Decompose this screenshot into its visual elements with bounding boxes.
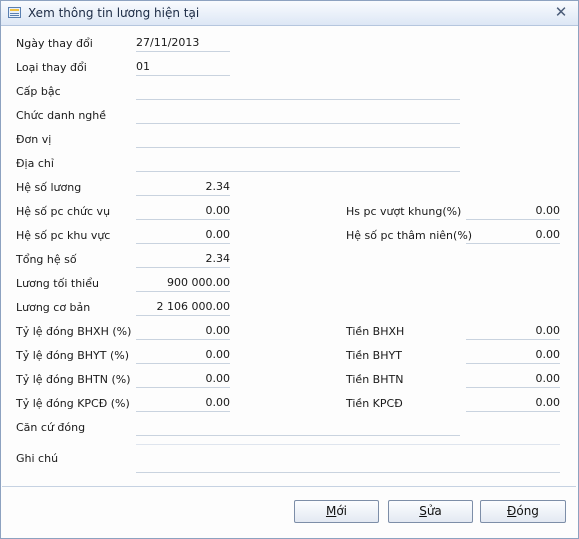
dong-mnemonic: Đ — [507, 504, 517, 518]
field-loai-thay-doi[interactable]: 01 — [136, 60, 230, 76]
label-he-so-pc-khu-vuc: Hệ số pc khu vực — [16, 229, 111, 242]
field-ngay-thay-doi[interactable]: 27/11/2013 — [136, 36, 230, 52]
field-luong-toi-thieu[interactable]: 900 000.00 — [136, 276, 230, 292]
label-he-so-luong: Hệ số lương — [16, 181, 82, 194]
field-tien-bhtn[interactable]: 0.00 — [466, 372, 560, 388]
label-ngay-thay-doi: Ngày thay đổi — [16, 37, 93, 50]
sua-label: ửa — [426, 504, 442, 518]
field-don-vi[interactable] — [136, 132, 460, 148]
window-title: Xem thông tin lương hiện tại — [28, 6, 200, 20]
label-tien-bhyt: Tiền BHYT — [346, 349, 402, 362]
field-dia-chi[interactable] — [136, 156, 460, 172]
label-he-so-pc-tham-nien: Hệ số pc thâm niên(%) — [346, 229, 473, 242]
label-luong-co-ban: Lương cơ bản — [16, 301, 91, 314]
form-window-icon — [8, 7, 21, 18]
field-tong-he-so[interactable]: 2.34 — [136, 252, 230, 268]
label-tien-bhxh: Tiền BHXH — [346, 325, 405, 338]
field-hs-pc-vuot-khung[interactable]: 0.00 — [466, 204, 560, 220]
label-don-vi: Đơn vị — [16, 133, 52, 146]
field-cap-bac[interactable] — [136, 84, 460, 100]
button-bar-divider — [2, 486, 576, 487]
moi-button[interactable]: Mới — [294, 500, 379, 523]
label-cap-bac: Cấp bậc — [16, 85, 61, 98]
sua-button[interactable]: Sửa — [388, 500, 473, 523]
label-dia-chi: Địa chỉ — [16, 157, 54, 170]
field-chuc-danh-nghe[interactable] — [136, 108, 460, 124]
field-ty-le-bhtn[interactable]: 0.00 — [136, 372, 230, 388]
label-ty-le-bhxh: Tỷ lệ đóng BHXH (%) — [16, 325, 132, 338]
label-tien-kpcd: Tiền KPCĐ — [346, 397, 403, 410]
moi-label: ới — [336, 504, 348, 518]
field-tien-bhxh[interactable]: 0.00 — [466, 324, 560, 340]
field-can-cu-dong[interactable] — [136, 420, 460, 436]
field-he-so-pc-khu-vuc[interactable]: 0.00 — [136, 228, 230, 244]
label-can-cu-dong: Căn cứ đóng — [16, 421, 86, 434]
field-luong-co-ban[interactable]: 2 106 000.00 — [136, 300, 230, 316]
label-hs-pc-vuot-khung: Hs pc vượt khung(%) — [346, 205, 462, 218]
dong-label: óng — [516, 504, 539, 518]
field-ty-le-bhxh[interactable]: 0.00 — [136, 324, 230, 340]
field-ty-le-bhyt[interactable]: 0.00 — [136, 348, 230, 364]
label-luong-toi-thieu: Lương tối thiểu — [16, 277, 99, 290]
field-ghi-chu[interactable] — [136, 444, 560, 473]
dong-button[interactable]: Đóng — [480, 500, 566, 523]
sua-mnemonic: S — [419, 504, 427, 518]
label-tong-he-so: Tổng hệ số — [16, 253, 77, 266]
field-tien-kpcd[interactable]: 0.00 — [466, 396, 560, 412]
field-ty-le-kpcd[interactable]: 0.00 — [136, 396, 230, 412]
label-ty-le-bhyt: Tỷ lệ đóng BHYT (%) — [16, 349, 129, 362]
label-loai-thay-doi: Loại thay đổi — [16, 61, 87, 74]
field-he-so-pc-tham-nien[interactable]: 0.00 — [466, 228, 560, 244]
label-ghi-chu: Ghi chú — [16, 452, 59, 465]
field-tien-bhyt[interactable]: 0.00 — [466, 348, 560, 364]
label-tien-bhtn: Tiền BHTN — [346, 373, 404, 386]
moi-mnemonic: M — [325, 504, 337, 518]
title-bar: Xem thông tin lương hiện tại ✕ — [1, 1, 578, 26]
close-icon[interactable]: ✕ — [552, 4, 570, 21]
field-he-so-pc-chuc-vu[interactable]: 0.00 — [136, 204, 230, 220]
label-he-so-pc-chuc-vu: Hệ số pc chức vụ — [16, 205, 111, 218]
label-ty-le-bhtn: Tỷ lệ đóng BHTN (%) — [16, 373, 131, 386]
label-ty-le-kpcd: Tỷ lệ đóng KPCĐ (%) — [16, 397, 130, 410]
label-chuc-danh-nghe: Chức danh nghề — [16, 109, 107, 122]
field-he-so-luong[interactable]: 2.34 — [136, 180, 230, 196]
